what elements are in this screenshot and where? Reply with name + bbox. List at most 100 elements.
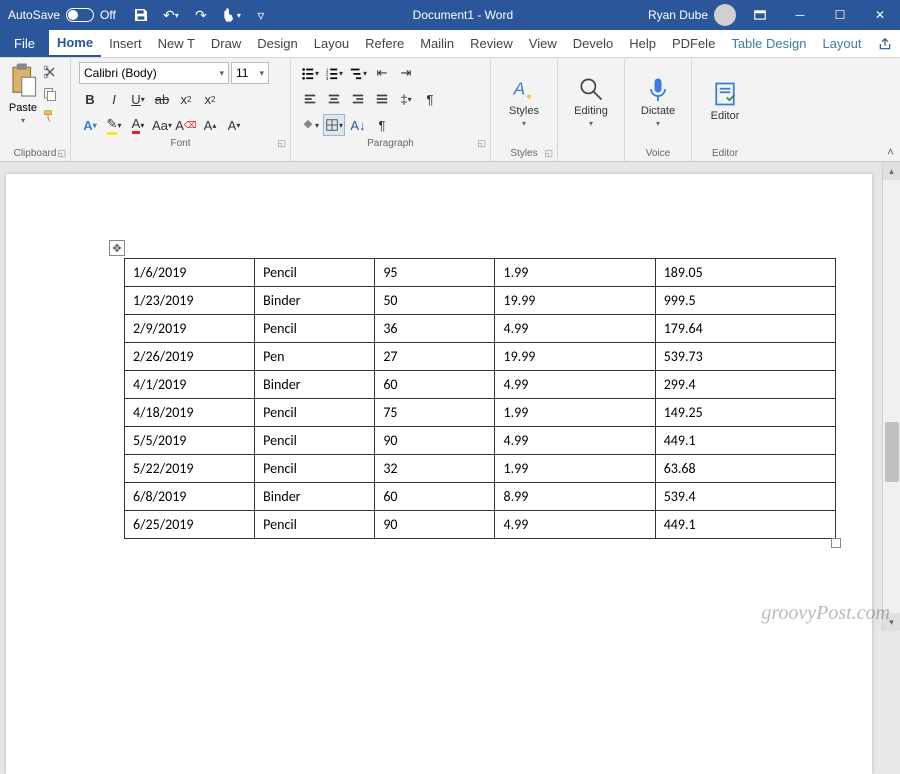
table-cell[interactable]: 75 — [375, 399, 495, 427]
vertical-scrollbar[interactable]: ▴ ▾ — [882, 162, 900, 631]
italic-button[interactable]: I — [103, 88, 125, 110]
table-cell[interactable]: 1.99 — [495, 455, 655, 483]
decrease-indent-button[interactable]: ⇤ — [371, 62, 393, 84]
table-cell[interactable]: 4.99 — [495, 427, 655, 455]
table-row[interactable]: 6/25/2019Pencil904.99449.1 — [125, 511, 836, 539]
table-cell[interactable]: 6/8/2019 — [125, 483, 255, 511]
table-cell[interactable]: Pencil — [255, 427, 375, 455]
highlight-button[interactable]: ✎▾ — [103, 114, 125, 136]
font-color-button[interactable]: A▾ — [127, 114, 149, 136]
tab-view[interactable]: View — [521, 30, 565, 57]
table-cell[interactable]: Pencil — [255, 259, 375, 287]
collapse-ribbon-button[interactable]: ˄ — [887, 145, 894, 159]
bold-button[interactable]: B — [79, 88, 101, 110]
table-cell[interactable]: 449.1 — [655, 511, 835, 539]
clipboard-launcher[interactable]: ◱ — [57, 148, 66, 159]
scroll-up-button[interactable]: ▴ — [883, 162, 900, 180]
clear-format-button[interactable]: A⌫ — [175, 114, 197, 136]
table-cell[interactable]: 6/25/2019 — [125, 511, 255, 539]
tab-home[interactable]: Home — [49, 30, 101, 57]
table-cell[interactable]: 5/22/2019 — [125, 455, 255, 483]
ribbon-display-button[interactable] — [740, 0, 780, 30]
tab-newtab[interactable]: New T — [150, 30, 203, 57]
table-cell[interactable]: 1/23/2019 — [125, 287, 255, 315]
tab-layout[interactable]: Layou — [306, 30, 357, 57]
qat-customize[interactable]: ▿ — [248, 2, 274, 28]
table-cell[interactable]: 36 — [375, 315, 495, 343]
table-cell[interactable]: 90 — [375, 427, 495, 455]
autosave-toggle[interactable]: AutoSave Off — [0, 8, 124, 22]
paragraph-marks-button[interactable]: ¶ — [371, 114, 393, 136]
cut-button[interactable] — [42, 64, 62, 82]
touch-mode-button[interactable]: ▾ — [218, 2, 244, 28]
tab-draw[interactable]: Draw — [203, 30, 249, 57]
maximize-button[interactable]: ☐ — [820, 0, 860, 30]
sort-button[interactable]: A↓ — [347, 114, 369, 136]
format-painter-button[interactable] — [42, 108, 62, 126]
font-name-combo[interactable]: Calibri (Body)▾ — [79, 62, 229, 84]
table-row[interactable]: 2/26/2019Pen2719.99539.73 — [125, 343, 836, 371]
shrink-font-button[interactable]: A▾ — [223, 114, 245, 136]
styles-launcher[interactable]: ◱ — [544, 148, 553, 159]
show-marks-button[interactable]: ¶ — [419, 88, 441, 110]
save-button[interactable] — [128, 2, 154, 28]
line-spacing-button[interactable]: ‡▾ — [395, 88, 417, 110]
page[interactable]: ✥ 1/6/2019Pencil951.99189.051/23/2019 Bin… — [6, 174, 872, 774]
increase-indent-button[interactable]: ⇥ — [395, 62, 417, 84]
table-cell[interactable]: 4.99 — [495, 371, 655, 399]
table-cell[interactable]: 4.99 — [495, 315, 655, 343]
underline-button[interactable]: U▾ — [127, 88, 149, 110]
table-cell[interactable]: 60 — [375, 371, 495, 399]
table-row[interactable]: 4/1/2019Binder604.99299.4 — [125, 371, 836, 399]
tab-table-layout[interactable]: Layout — [814, 30, 869, 57]
bullets-button[interactable]: ▾ — [299, 62, 321, 84]
table-cell[interactable]: 4.99 — [495, 511, 655, 539]
font-size-combo[interactable]: 11▾ — [231, 62, 269, 84]
table-row[interactable]: 5/5/2019Pencil904.99449.1 — [125, 427, 836, 455]
align-right-button[interactable] — [347, 88, 369, 110]
grow-font-button[interactable]: A▴ — [199, 114, 221, 136]
text-effects-button[interactable]: A▾ — [79, 114, 101, 136]
table-row[interactable]: 1/6/2019Pencil951.99189.05 — [125, 259, 836, 287]
table-cell[interactable]: Binder — [255, 371, 375, 399]
tab-review[interactable]: Review — [462, 30, 521, 57]
table-cell[interactable]: 19.99 — [495, 343, 655, 371]
table-cell[interactable]: 1.99 — [495, 259, 655, 287]
tab-references[interactable]: Refere — [357, 30, 412, 57]
tab-table-design[interactable]: Table Design — [723, 30, 814, 57]
tab-design[interactable]: Design — [249, 30, 305, 57]
tab-file[interactable]: File — [0, 30, 49, 57]
undo-button[interactable]: ↶▾ — [158, 2, 184, 28]
redo-button[interactable]: ↷ — [188, 2, 214, 28]
chevron-down-icon[interactable]: ▾ — [21, 116, 25, 125]
change-case-button[interactable]: Aa▾ — [151, 114, 173, 136]
superscript-button[interactable]: x2 — [199, 88, 221, 110]
table-move-handle[interactable]: ✥ — [109, 240, 125, 256]
table-cell[interactable]: 4/1/2019 — [125, 371, 255, 399]
user-area[interactable]: Ryan Dube — [648, 4, 740, 26]
numbering-button[interactable]: 123▾ — [323, 62, 345, 84]
table-cell[interactable]: Pencil — [255, 511, 375, 539]
table-cell[interactable]: 449.1 — [655, 427, 835, 455]
scroll-thumb[interactable] — [885, 422, 899, 482]
table-cell[interactable]: 2/26/2019 — [125, 343, 255, 371]
tab-mailings[interactable]: Mailin — [412, 30, 462, 57]
align-center-button[interactable] — [323, 88, 345, 110]
table-cell[interactable]: 2/9/2019 — [125, 315, 255, 343]
copy-button[interactable] — [42, 86, 62, 104]
tab-pdfelement[interactable]: PDFele — [664, 30, 723, 57]
justify-button[interactable] — [371, 88, 393, 110]
table-row[interactable]: 5/22/2019Pencil321.9963.68 — [125, 455, 836, 483]
strikethrough-button[interactable]: ab — [151, 88, 173, 110]
share-button[interactable] — [870, 37, 900, 51]
multilevel-button[interactable]: ▾ — [347, 62, 369, 84]
styles-button[interactable]: A Styles ▾ — [499, 62, 549, 140]
subscript-button[interactable]: x2 — [175, 88, 197, 110]
table-cell[interactable]: 189.05 — [655, 259, 835, 287]
table-cell[interactable]: Pencil — [255, 455, 375, 483]
table-cell[interactable]: 1/6/2019 — [125, 259, 255, 287]
dictate-button[interactable]: Dictate ▾ — [633, 62, 683, 140]
table-cell[interactable]: 8.99 — [495, 483, 655, 511]
table-cell[interactable]: 539.4 — [655, 483, 835, 511]
table-cell[interactable]: 4/18/2019 — [125, 399, 255, 427]
